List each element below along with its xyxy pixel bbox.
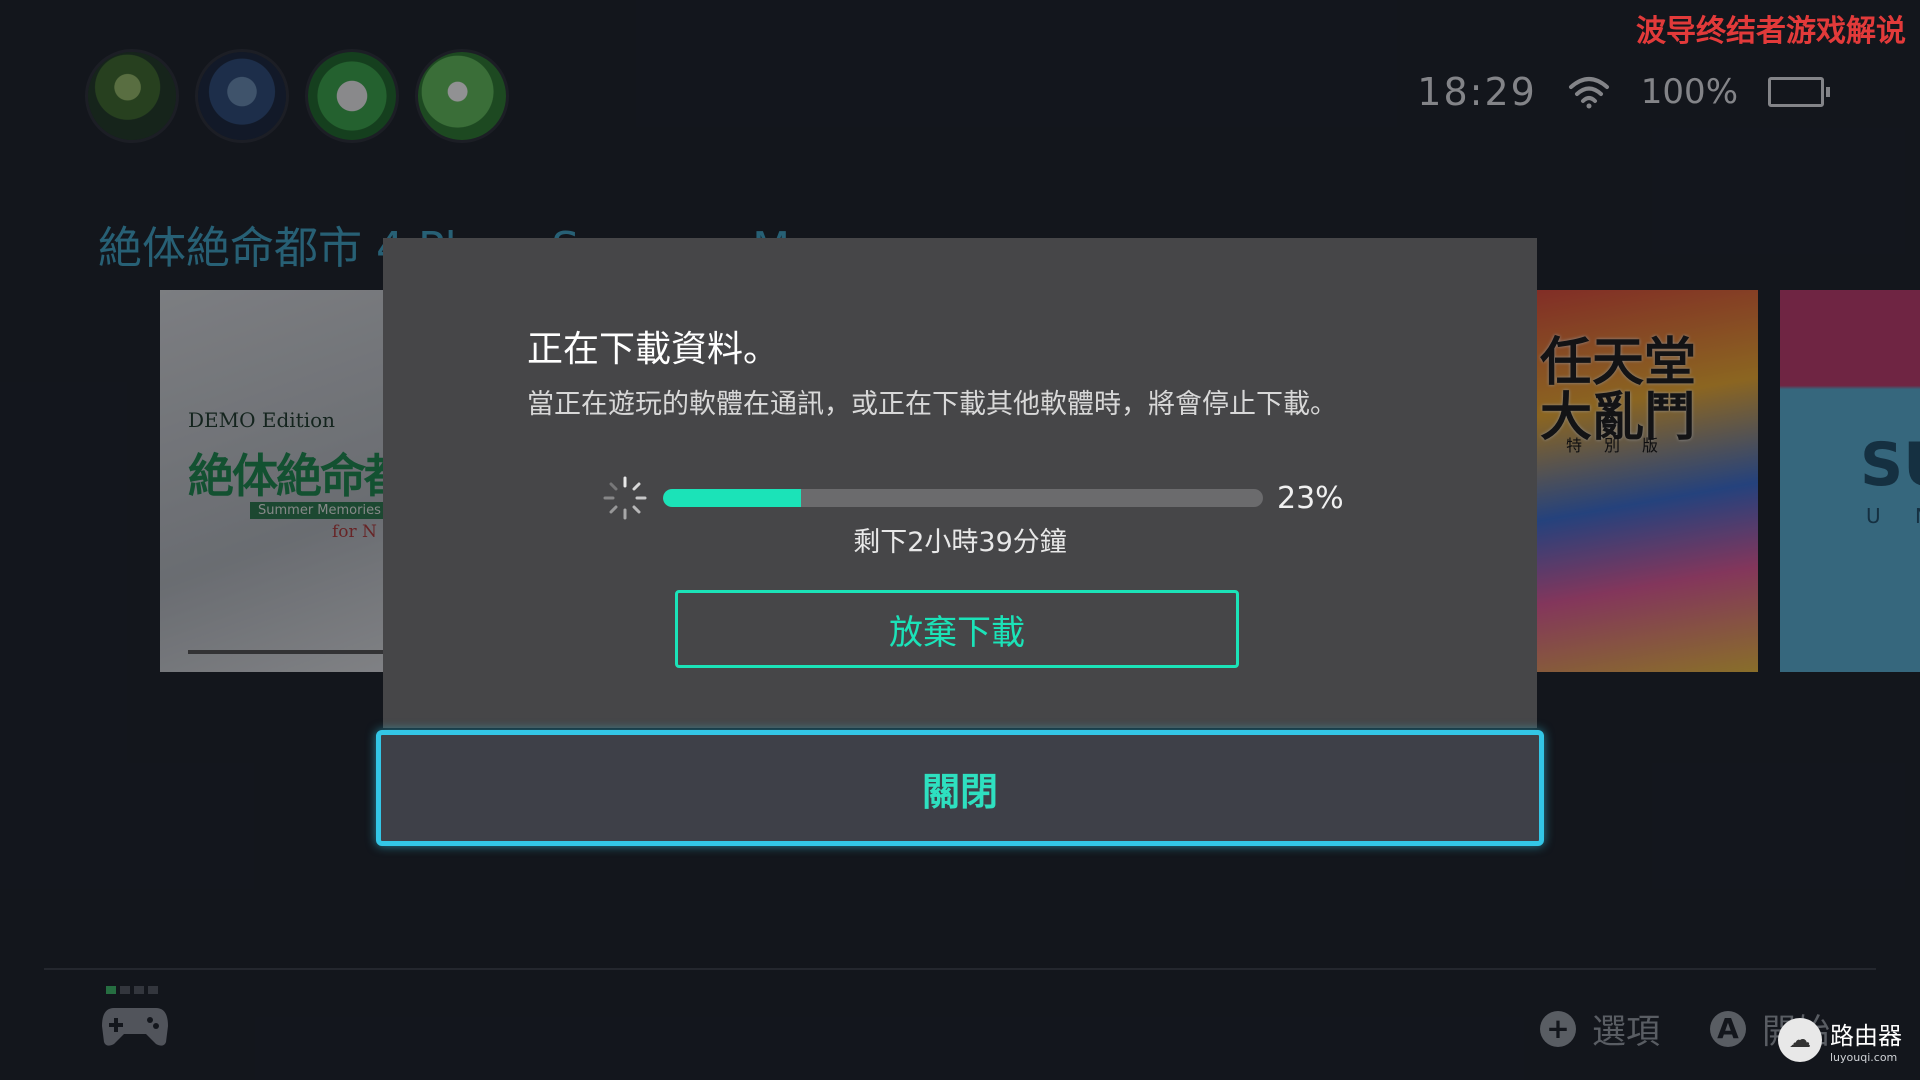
progress-percent: 23%	[1277, 480, 1344, 516]
avatar[interactable]	[418, 52, 506, 140]
progress-fill	[663, 489, 801, 507]
avatar[interactable]	[308, 52, 396, 140]
status-bar: 18:29 100%	[1417, 70, 1830, 114]
time-remaining: 剩下2小時39分鐘	[383, 520, 1537, 559]
tile-label: DEMO Edition	[188, 408, 336, 432]
user-avatars	[88, 52, 506, 140]
controller-icon[interactable]	[100, 1002, 170, 1050]
tile-platform: for N	[332, 522, 377, 542]
options-label: 選項	[1592, 1012, 1660, 1052]
watermark-text: 波导终结者游戏解说	[1636, 14, 1906, 49]
watermark-url: luyouqi.com	[1830, 1051, 1898, 1064]
tile-subtitle: 特別版	[1566, 436, 1681, 455]
clock: 18:29	[1417, 70, 1537, 114]
dialog-message: 當正在遊玩的軟體在通訊，或正在下載其他軟體時，將會停止下載。	[527, 389, 1337, 420]
avatar[interactable]	[198, 52, 286, 140]
download-dialog: 正在下載資料。 當正在遊玩的軟體在通訊，或正在下載其他軟體時，將會停止下載。 2…	[383, 238, 1537, 728]
loading-spinner-icon	[603, 476, 647, 520]
progress-track	[663, 489, 1263, 507]
watermark-site: 路由器	[1830, 1022, 1902, 1050]
wifi-icon	[1568, 77, 1609, 109]
tile-subtitle: Summer Memories	[250, 502, 389, 519]
router-logo-icon: ☁	[1778, 1018, 1822, 1062]
tile-subtitle: U N	[1866, 504, 1920, 528]
tile-logo: 任天堂 大亂鬥	[1540, 333, 1697, 448]
controller-indicator	[106, 986, 158, 994]
tile-logo: SU	[1860, 430, 1920, 500]
battery-icon	[1768, 77, 1830, 107]
download-progress: 23%	[601, 474, 1344, 522]
a-button-icon: A	[1710, 1010, 1746, 1047]
avatar[interactable]	[88, 52, 176, 140]
tile-logo: 絶体絶命都	[188, 449, 410, 503]
game-tile-sun[interactable]: SU U N	[1780, 290, 1920, 672]
time-remaining-text: 剩下2小時39分鐘	[853, 527, 1067, 558]
plus-icon: +	[1540, 1010, 1576, 1047]
game-tile-smash[interactable]: 任天堂 大亂鬥 特別版	[1536, 290, 1758, 672]
options-hint[interactable]: + 選項	[1540, 1004, 1660, 1053]
dialog-title: 正在下載資料。	[527, 329, 780, 370]
footer-divider	[44, 968, 1876, 970]
site-watermark: ☁ 路由器 luyouqi.com	[1778, 1016, 1902, 1064]
close-button[interactable]: 關閉	[376, 730, 1544, 846]
battery-percent: 100%	[1640, 72, 1738, 112]
cancel-download-button[interactable]: 放棄下載	[675, 590, 1239, 668]
